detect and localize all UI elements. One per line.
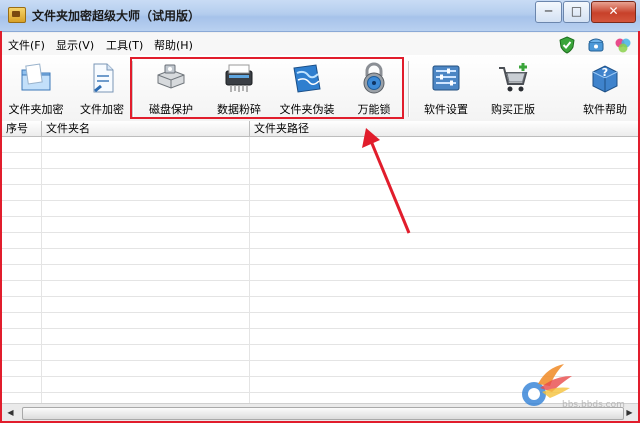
disk-protect-button[interactable]: 磁盘保护 (140, 55, 202, 121)
scrollbar-thumb[interactable] (22, 407, 624, 420)
column-header-folder-name[interactable]: 文件夹名 (42, 121, 250, 136)
universal-lock-button[interactable]: 万能锁 (346, 55, 402, 121)
toolbar-separator (132, 61, 134, 117)
software-settings-button[interactable]: 软件设置 (416, 55, 476, 121)
toolbar-separator (408, 61, 410, 117)
disk-protect-icon (157, 64, 185, 89)
buy-license-button[interactable]: 购买正版 (484, 55, 542, 121)
menu-file[interactable]: 文件(F) (8, 37, 45, 53)
table-body[interactable] (2, 137, 638, 403)
folder-list-table[interactable]: 序号 文件夹名 文件夹路径 (2, 121, 638, 403)
menu-help[interactable]: 帮助(H) (154, 37, 193, 53)
menu-tools[interactable]: 工具(T) (106, 37, 143, 53)
folder-disguise-label: 文件夹伪装 (279, 103, 335, 116)
shredder-icon (225, 64, 253, 92)
phone-icon[interactable] (587, 36, 605, 54)
data-shred-label: 数据粉碎 (217, 103, 261, 116)
horizontal-scrollbar[interactable]: ◀ ▶ (2, 403, 638, 421)
scroll-left-arrow-icon[interactable]: ◀ (3, 405, 18, 420)
folder-disguise-icon (293, 64, 321, 93)
window-title: 文件夹加密超级大师（试用版） (32, 9, 201, 23)
help-icon: ? (592, 65, 618, 93)
padlock-icon (363, 62, 385, 94)
column-divider (41, 137, 42, 403)
disk-protect-label: 磁盘保护 (149, 103, 193, 116)
folder-disguise-button[interactable]: 文件夹伪装 (274, 55, 340, 121)
file-encrypt-label: 文件加密 (80, 103, 124, 116)
folder-encrypt-label: 文件夹加密 (8, 103, 64, 116)
folder-encrypt-button[interactable]: 文件夹加密 (4, 55, 68, 121)
data-shred-button[interactable]: 数据粉碎 (208, 55, 270, 121)
color-wheel-icon[interactable] (614, 36, 632, 54)
maximize-button[interactable]: □ (563, 1, 590, 23)
watermark-text: bbs.bbds.com (562, 400, 625, 410)
menu-bar: 文件(F) 显示(V) 工具(T) 帮助(H) (2, 33, 638, 55)
column-divider (249, 137, 250, 403)
app-window: 文件夹加密超级大师（试用版） ─ □ ✕ 文件(F) 显示(V) 工具(T) 帮… (0, 0, 640, 423)
software-help-button[interactable]: ? 软件帮助 (576, 55, 634, 121)
title-bar[interactable]: 文件夹加密超级大师（试用版） ─ □ ✕ (0, 0, 640, 32)
shield-check-icon[interactable] (558, 36, 576, 54)
folder-lock-icon (21, 63, 51, 91)
shopping-cart-icon (499, 63, 528, 92)
column-header-index[interactable]: 序号 (2, 121, 42, 136)
svg-text:?: ? (602, 66, 608, 79)
universal-lock-label: 万能锁 (357, 103, 391, 116)
close-button[interactable]: ✕ (591, 1, 636, 23)
buy-license-label: 购买正版 (491, 103, 535, 116)
file-encrypt-button[interactable]: 文件加密 (74, 55, 130, 121)
table-header: 序号 文件夹名 文件夹路径 (2, 121, 638, 137)
software-help-label: 软件帮助 (583, 103, 627, 116)
app-logo-icon (8, 7, 26, 23)
settings-panel-icon (432, 65, 460, 91)
toolbar: 文件夹加密 文件加密 磁盘保护 数据粉碎 文件夹伪装 万能锁 软件设置 购买正版… (2, 55, 638, 122)
menu-view[interactable]: 显示(V) (56, 37, 94, 53)
file-lock-icon (93, 63, 114, 93)
column-header-folder-path[interactable]: 文件夹路径 (250, 121, 638, 136)
software-settings-label: 软件设置 (424, 103, 468, 116)
minimize-button[interactable]: ─ (535, 1, 562, 23)
